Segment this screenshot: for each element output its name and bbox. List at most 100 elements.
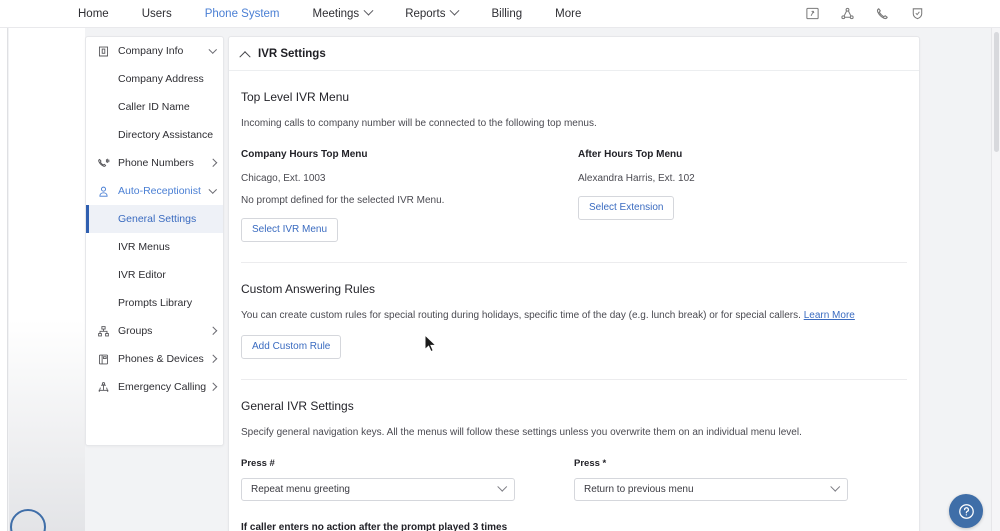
sidebar-item-ivr-menus[interactable]: IVR Menus — [86, 233, 223, 261]
chevron-down-icon — [208, 185, 217, 194]
nav-item-reports[interactable]: Reports — [405, 5, 460, 20]
sidebar-item-phones-devices[interactable]: Phones & Devices — [86, 345, 223, 373]
shield-check-icon[interactable] — [910, 6, 925, 21]
mouse-cursor — [424, 334, 437, 353]
sidebar-item-phone-numbers[interactable]: Phone Numbers — [86, 149, 223, 177]
after-hours-value: Alexandra Harris, Ext. 102 — [577, 172, 695, 184]
sidebar-item-ivr-editor[interactable]: IVR Editor — [86, 261, 223, 289]
top-nav-items: Home Users Phone System Meetings Reports Bill… — [78, 5, 614, 20]
nav-item-label: Billing — [491, 7, 523, 20]
sidebar-item-label: IVR Menus — [118, 241, 170, 253]
section-desc-custom-rules: You can create custom rules for special … — [241, 309, 907, 324]
sidebar-item-general-settings[interactable]: General Settings — [86, 205, 223, 233]
sidebar-item-prompts-library[interactable]: Prompts Library — [86, 289, 223, 317]
add-custom-rule-button[interactable]: Add Custom Rule — [241, 335, 342, 359]
chevron-right-icon — [208, 355, 217, 363]
sidebar-item-auto-receptionist[interactable]: Auto-Receptionist — [86, 177, 223, 205]
sidebar-item-label: Caller ID Name — [118, 101, 190, 113]
nav-item-label: More — [555, 7, 582, 20]
no-action-label: If caller enters no action after the pro… — [241, 521, 508, 531]
nav-item-meetings[interactable]: Meetings — [312, 5, 374, 20]
company-hours-column: Company Hours Top Menu Chicago, Ext. 100… — [241, 149, 578, 242]
select-ivr-menu-button[interactable]: Select IVR Menu — [241, 217, 339, 242]
nav-item-label: Phone System — [204, 7, 280, 20]
press-star-value: Return to previous menu — [584, 483, 694, 495]
sidebar-item-label: Phones & Devices — [118, 353, 204, 365]
company-hours-value: Chicago, Ext. 1003 — [241, 172, 326, 184]
press-hash-value: Repeat menu greeting — [251, 483, 350, 495]
sidebar-item-company-address[interactable]: Company Address — [86, 65, 223, 93]
help-button[interactable] — [949, 494, 983, 528]
screenshot-icon[interactable] — [805, 6, 820, 21]
emergency-icon — [97, 381, 110, 394]
sidebar-item-label: Directory Assistance — [118, 129, 214, 141]
press-hash-label: Press # — [241, 457, 275, 469]
top-nav-icon-group — [805, 6, 925, 21]
press-hash-select[interactable]: Repeat menu greeting — [241, 477, 515, 501]
ivr-settings-header[interactable]: IVR Settings — [229, 37, 919, 71]
press-key-fields: Press # Repeat menu greeting Press * Ret… — [241, 458, 907, 501]
sidebar-item-company-info[interactable]: Company Info — [86, 37, 223, 65]
top-level-ivr-section: Top Level IVR Menu Incoming calls to com… — [229, 90, 919, 242]
custom-answering-rules-section: Custom Answering Rules You can create cu… — [229, 281, 919, 359]
company-hours-note: No prompt defined for the selected IVR M… — [241, 194, 445, 206]
press-hash-field: Press # Repeat menu greeting — [241, 458, 574, 501]
sidebar-item-directory-assistance[interactable]: Directory Assistance — [86, 121, 223, 149]
settings-sidebar: Company Info Company Address Caller ID Nam… — [85, 36, 224, 446]
press-star-label: Press * — [574, 457, 607, 469]
phone-waves-icon — [97, 157, 110, 170]
sidebar-item-label: Company Address — [118, 73, 204, 85]
chevron-right-icon — [208, 383, 217, 391]
section-divider-2 — [241, 379, 907, 380]
section-desc-general-ivr: Specify general navigation keys. All the… — [241, 427, 802, 438]
sidebar-item-label: IVR Editor — [118, 269, 166, 281]
select-extension-button[interactable]: Select Extension — [577, 195, 675, 220]
section-divider-1 — [241, 261, 907, 263]
custom-rules-desc-text: You can create custom rules for special … — [241, 309, 801, 321]
page-scrollbar[interactable] — [991, 28, 1000, 531]
learn-more-link[interactable]: Learn More — [804, 310, 855, 321]
chevron-down-icon — [830, 481, 840, 491]
nav-item-home[interactable]: Home — [78, 8, 109, 20]
chevron-down-icon — [363, 5, 374, 16]
press-star-select[interactable]: Return to previous menu — [574, 477, 848, 501]
top-navigation-bar: Home Users Phone System Meetings Reports Bill… — [0, 0, 1000, 28]
chevron-down-icon — [497, 481, 507, 491]
sidebar-item-label: Groups — [118, 325, 153, 337]
share-nodes-icon[interactable] — [840, 6, 855, 21]
sidebar-item-label: Prompts Library — [118, 297, 193, 309]
nav-item-billing[interactable]: Billing — [491, 8, 522, 20]
chevron-down-icon — [208, 45, 217, 54]
sidebar-item-label: Company Info — [118, 45, 184, 57]
left-edge-strip — [0, 28, 8, 531]
press-star-field: Press * Return to previous menu — [574, 458, 907, 501]
chevron-down-icon — [450, 5, 460, 16]
top-level-columns: Company Hours Top Menu Chicago, Ext. 100… — [241, 149, 907, 242]
sidebar-item-label: General Settings — [118, 213, 197, 225]
sidebar-item-emergency-calling[interactable]: Emergency Calling — [86, 373, 223, 401]
org-chart-icon — [97, 325, 110, 338]
sidebar-item-caller-id-name[interactable]: Caller ID Name — [86, 93, 223, 121]
section-title-general-ivr: General IVR Settings — [241, 399, 354, 413]
chevron-right-icon — [208, 159, 217, 167]
nav-item-label: Reports — [405, 7, 446, 20]
chevron-up-icon[interactable] — [239, 50, 251, 62]
nav-item-label: Users — [141, 7, 172, 20]
nav-item-users[interactable]: Users — [142, 8, 172, 20]
company-hours-heading: Company Hours Top Menu — [241, 148, 368, 160]
sidebar-item-groups[interactable]: Groups — [86, 317, 223, 345]
scrollbar-thumb[interactable] — [994, 32, 999, 152]
section-title-top-level: Top Level IVR Menu — [241, 90, 350, 104]
after-hours-heading: After Hours Top Menu — [577, 148, 683, 160]
device-icon — [97, 353, 110, 366]
phone-icon[interactable] — [875, 6, 890, 21]
nav-item-phone-system[interactable]: Phone System — [205, 8, 280, 20]
nav-item-more[interactable]: More — [555, 8, 581, 20]
section-title-custom-rules: Custom Answering Rules — [241, 281, 376, 296]
person-headset-icon — [97, 185, 110, 198]
chevron-right-icon — [208, 327, 217, 335]
sidebar-item-label: Phone Numbers — [118, 157, 194, 169]
nav-item-label: Meetings — [312, 7, 360, 20]
sidebar-item-label: Emergency Calling — [118, 381, 207, 393]
left-gutter — [9, 28, 85, 531]
